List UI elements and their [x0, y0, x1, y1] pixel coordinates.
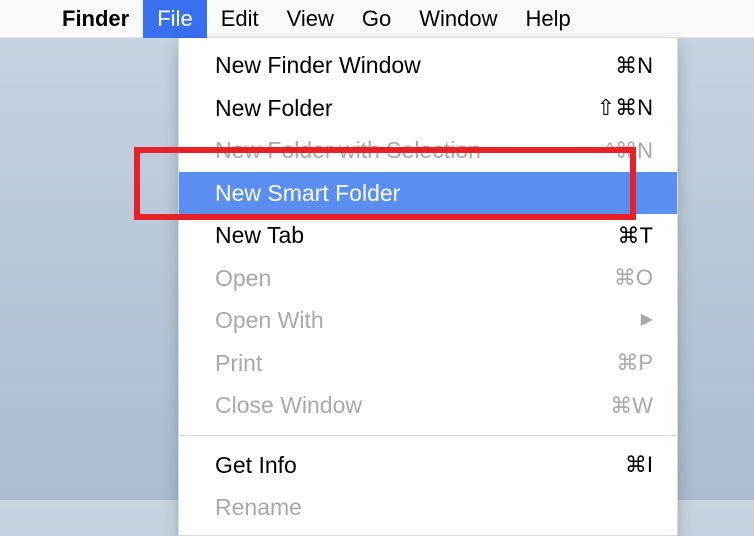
- menubar-item-go[interactable]: Go: [348, 0, 405, 38]
- menu-item-shortcut: ⌘W: [610, 389, 653, 422]
- menu-item-label: New Tab: [215, 218, 304, 253]
- submenu-arrow-icon: ▶: [641, 308, 653, 332]
- menu-item-open: Open ⌘O: [179, 257, 677, 300]
- menu-item-close-window: Close Window ⌘W: [179, 384, 677, 427]
- menubar: Finder File Edit View Go Window Help: [0, 0, 754, 38]
- menu-item-label: Open: [215, 261, 271, 296]
- menu-item-rename: Rename: [179, 486, 677, 529]
- menu-item-label: Print: [215, 346, 262, 381]
- menu-item-shortcut: ⌘P: [616, 346, 653, 379]
- menu-item-label: Close Window: [215, 388, 362, 423]
- menu-item-shortcut: ⇧⌘N: [597, 91, 653, 124]
- menu-item-shortcut: ⌘I: [625, 448, 653, 481]
- menubar-item-view[interactable]: View: [273, 0, 348, 38]
- menubar-item-help[interactable]: Help: [512, 0, 585, 38]
- menu-item-shortcut: ⌘O: [614, 261, 653, 294]
- menu-item-new-tab[interactable]: New Tab ⌘T: [179, 214, 677, 257]
- menu-separator: [179, 435, 677, 436]
- menu-item-label: Open With: [215, 303, 324, 338]
- menubar-app-name[interactable]: Finder: [48, 0, 143, 38]
- menubar-item-window[interactable]: Window: [405, 0, 511, 38]
- menu-item-label: New Folder: [215, 91, 333, 126]
- menu-item-print: Print ⌘P: [179, 342, 677, 385]
- menu-item-shortcut: ^⌘N: [605, 134, 653, 167]
- menubar-item-file[interactable]: File: [143, 0, 206, 38]
- menu-item-shortcut: ⌘T: [618, 219, 653, 252]
- file-menu-dropdown: New Finder Window ⌘N New Folder ⇧⌘N New …: [178, 38, 678, 536]
- menu-item-label: New Smart Folder: [215, 176, 400, 211]
- menu-item-label: Rename: [215, 490, 302, 525]
- menu-item-new-finder-window[interactable]: New Finder Window ⌘N: [179, 44, 677, 87]
- menu-item-shortcut: ⌘N: [615, 49, 653, 82]
- menu-item-new-folder[interactable]: New Folder ⇧⌘N: [179, 87, 677, 130]
- menubar-item-edit[interactable]: Edit: [207, 0, 273, 38]
- menu-item-open-with: Open With ▶: [179, 299, 677, 342]
- menu-item-new-folder-with-selection: New Folder with Selection ^⌘N: [179, 129, 677, 172]
- menu-item-label: New Finder Window: [215, 48, 421, 83]
- menu-item-label: Get Info: [215, 448, 297, 483]
- menu-item-get-info[interactable]: Get Info ⌘I: [179, 444, 677, 487]
- menu-item-label: New Folder with Selection: [215, 133, 481, 168]
- menu-item-new-smart-folder[interactable]: New Smart Folder: [179, 172, 677, 215]
